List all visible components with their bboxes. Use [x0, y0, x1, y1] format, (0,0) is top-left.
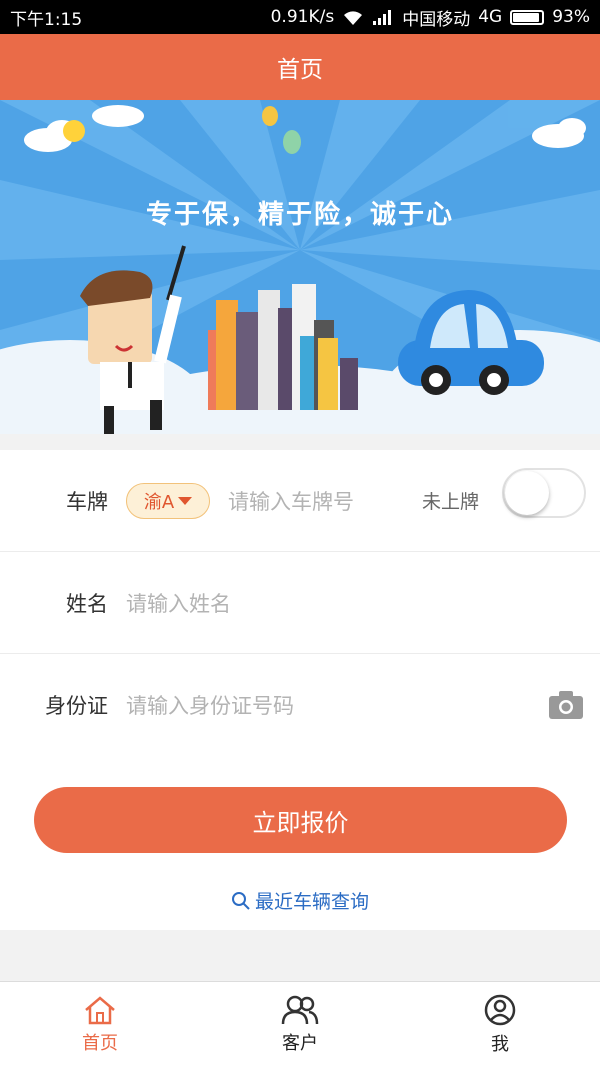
signal-icon — [373, 10, 392, 25]
tab-home[interactable]: 首页 — [0, 982, 200, 1067]
tab-profile[interactable]: 我 — [400, 982, 600, 1067]
tab-customers[interactable]: 客户 — [200, 982, 400, 1067]
status-speed: 0.91K/s — [270, 7, 335, 27]
status-bar: 下午1:15 0.91K/s 中国移动 4G 93% — [0, 0, 600, 34]
quote-form: 车牌 渝A 请输入车牌号 未上牌 姓名 请输入姓名 身份证 请输入身份证号码 立… — [0, 450, 600, 930]
name-row: 姓名 请输入姓名 — [0, 552, 600, 654]
id-card-row: 身份证 请输入身份证号码 — [0, 654, 600, 756]
home-icon — [85, 995, 115, 1024]
page-title: 首页 — [277, 57, 323, 83]
plate-prefix-select[interactable]: 渝A — [126, 482, 210, 519]
tab-customers-label: 客户 — [282, 1032, 318, 1054]
plate-prefix-value: 渝A — [143, 491, 175, 513]
plate-number-input[interactable]: 请输入车牌号 — [228, 486, 354, 516]
id-card-label: 身份证 — [45, 694, 108, 718]
wifi-icon — [344, 10, 363, 25]
name-input[interactable]: 请输入姓名 — [126, 588, 231, 618]
battery-icon — [510, 9, 545, 25]
unregistered-toggle[interactable] — [502, 468, 586, 518]
tab-home-label: 首页 — [82, 1032, 118, 1054]
status-carrier: 中国移动 — [402, 9, 471, 30]
toggle-knob — [505, 471, 549, 515]
plate-label: 车牌 — [66, 489, 108, 514]
tab-profile-label: 我 — [491, 1033, 509, 1055]
banner-slogan: 专于保，精于险，诚于心 — [145, 200, 454, 230]
bottom-tab-bar: 首页 客户 我 — [0, 981, 600, 1067]
status-battery: 93% — [552, 7, 590, 27]
recent-query-label: 最近车辆查询 — [254, 891, 369, 913]
profile-icon — [484, 994, 516, 1025]
customers-icon — [281, 995, 319, 1024]
id-card-input[interactable]: 请输入身份证号码 — [126, 690, 294, 720]
plate-row: 车牌 渝A 请输入车牌号 未上牌 — [0, 450, 600, 552]
promo-banner[interactable]: 专于保，精于险，诚于心 — [0, 100, 600, 434]
camera-icon[interactable] — [548, 690, 584, 720]
unregistered-label: 未上牌 — [422, 491, 480, 513]
status-network: 4G — [478, 7, 503, 27]
search-icon — [231, 891, 250, 910]
recent-vehicle-query-link[interactable]: 最近车辆查询 — [0, 887, 600, 914]
name-label: 姓名 — [66, 591, 108, 616]
dropdown-arrow-icon — [178, 496, 193, 505]
banner-illustration — [0, 100, 600, 434]
quote-button[interactable]: 立即报价 — [34, 787, 567, 853]
status-time: 下午1:15 — [10, 9, 83, 30]
title-bar: 首页 — [0, 34, 600, 100]
